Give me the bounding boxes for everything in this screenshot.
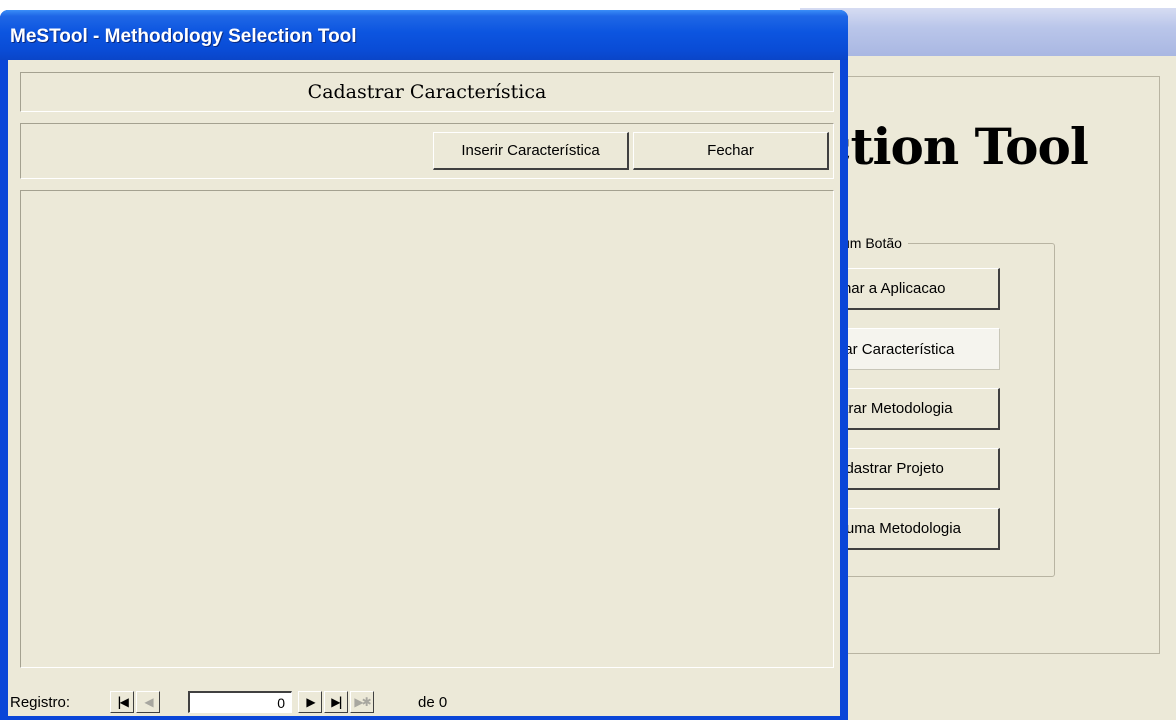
new-record-icon: ▶✱ bbox=[354, 695, 371, 709]
cadastrar-caracteristica-window: MeSTool - Methodology Selection Tool Cad… bbox=[0, 10, 848, 720]
insert-characteristic-button[interactable]: Inserir Característica bbox=[433, 132, 629, 170]
window-titlebar[interactable]: MeSTool - Methodology Selection Tool bbox=[0, 10, 848, 60]
previous-record-icon: ◀ bbox=[144, 695, 153, 709]
form-detail-area bbox=[20, 190, 834, 668]
record-number-input[interactable]: 0 bbox=[188, 691, 292, 713]
form-title: Cadastrar Característica bbox=[307, 81, 547, 103]
main-menu-heading: ction Tool bbox=[821, 117, 1089, 176]
next-record-button[interactable]: ▶ bbox=[298, 691, 322, 713]
first-record-icon: |◀ bbox=[117, 695, 129, 709]
first-record-button[interactable]: |◀ bbox=[110, 691, 134, 713]
main-menu-titlebar[interactable] bbox=[800, 8, 1176, 56]
form-toolbar: Inserir Característica Fechar bbox=[20, 123, 834, 179]
record-label: Registro: bbox=[10, 694, 71, 711]
close-button[interactable]: Fechar bbox=[633, 132, 829, 170]
window-title: MeSTool - Methodology Selection Tool bbox=[10, 26, 357, 47]
last-record-button[interactable]: ▶| bbox=[324, 691, 348, 713]
main-menu-panel: ction Tool um Botão char a Aplicacao str… bbox=[782, 76, 1160, 654]
previous-record-button[interactable]: ◀ bbox=[136, 691, 160, 713]
last-record-icon: ▶| bbox=[331, 695, 343, 709]
form-header: Cadastrar Característica bbox=[20, 72, 834, 112]
record-total: de 0 bbox=[418, 694, 448, 711]
new-record-button[interactable]: ▶✱ bbox=[350, 691, 374, 713]
button-group-legend: um Botão bbox=[838, 235, 908, 251]
next-record-icon: ▶ bbox=[306, 695, 315, 709]
record-navigation-bar: Registro: |◀ ◀ 0 ▶ ▶| ▶✱ de 0 bbox=[8, 690, 840, 716]
form-body: Cadastrar Característica Inserir Caracte… bbox=[8, 60, 840, 716]
main-menu-window: ction Tool um Botão char a Aplicacao str… bbox=[782, 8, 1176, 720]
nav-separator bbox=[162, 691, 184, 713]
